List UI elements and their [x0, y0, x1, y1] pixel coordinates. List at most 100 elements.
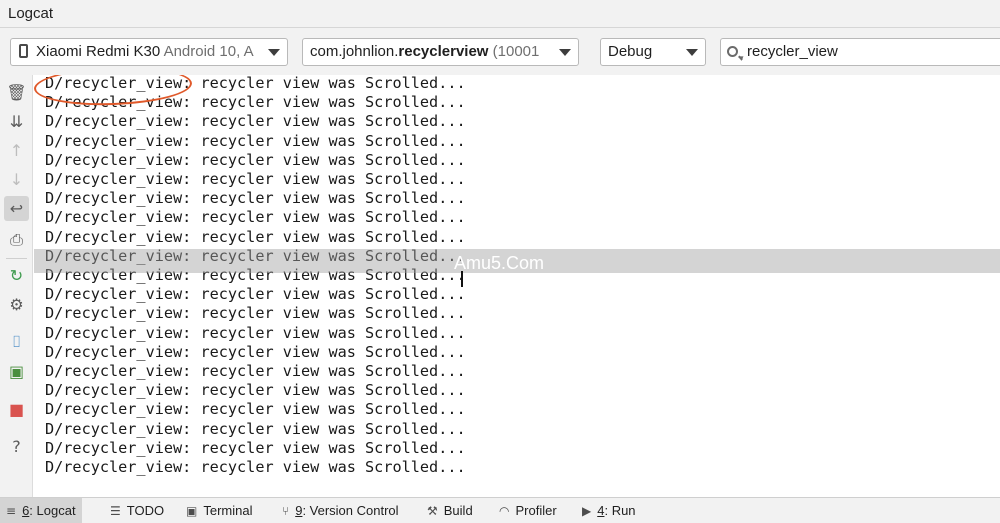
tool-tab-label: TODO	[126, 503, 165, 518]
tool-tab[interactable]: ◠ Profiler	[493, 498, 563, 523]
tool-tab[interactable]: ▣ Terminal	[180, 498, 258, 523]
log-message: recycler view was Scrolled...	[191, 112, 466, 131]
log-line: D/recycler_view: recycler view was Scrol…	[45, 189, 466, 208]
log-tag: D/recycler_view:	[45, 112, 192, 131]
tool-tab-icon: ▣	[186, 504, 198, 518]
log-message: recycler view was Scrolled...	[191, 150, 466, 169]
tool-tab-icon: ☰	[110, 504, 121, 518]
tool-tab-icon: ⑂	[282, 504, 290, 518]
toolbar-divider	[6, 258, 27, 259]
log-message: recycler view was Scrolled...	[191, 438, 466, 457]
tool-tab[interactable]: ☰ TODO	[104, 498, 170, 523]
log-line: D/recycler_view: recycler view was Scrol…	[45, 343, 466, 362]
filter-search-field[interactable]: ▾ recycler_view	[720, 38, 1000, 66]
log-tag: D/recycler_view:	[45, 400, 192, 419]
restart-icon[interactable]: ↻	[4, 263, 29, 288]
log-tag: D/recycler_view:	[45, 131, 192, 150]
log-message: recycler view was Scrolled...	[191, 304, 466, 323]
log-line: D/recycler_view: recycler view was Scrol…	[45, 439, 466, 458]
search-history-caret-icon[interactable]: ▾	[739, 45, 744, 71]
trash-icon[interactable]: 🗑	[4, 80, 29, 105]
log-line: D/recycler_view: recycler view was Scrol…	[45, 112, 466, 131]
tool-tab-label: Terminal	[203, 503, 253, 518]
process-pid: (10001	[492, 43, 540, 60]
tool-tab[interactable]: ⚒ Build	[421, 498, 479, 523]
tool-tab-label: : Run	[604, 503, 636, 518]
tool-tab-label: Profiler	[515, 503, 557, 518]
log-line: D/recycler_view: recycler view was Scrol…	[45, 304, 466, 323]
log-tag: D/recycler_view:	[45, 285, 192, 304]
tool-tab-icon: ◠	[499, 504, 510, 518]
gear-icon[interactable]: ⚙	[4, 292, 29, 317]
device-name: Xiaomi Redmi K30	[36, 43, 161, 60]
log-tag: D/recycler_view:	[45, 304, 192, 323]
log-line: D/recycler_view: recycler view was Scrol…	[45, 151, 466, 170]
filter-search-input[interactable]: recycler_view	[747, 39, 838, 65]
log-message: recycler view was Scrolled...	[191, 323, 466, 342]
logcat-side-toolbar: 🗑 ⇊ ↑ ↓ ↩ ⎙ ↻ ⚙ ⌷ ▣ ■ ?	[0, 75, 33, 497]
tool-tab-icon: ≡	[6, 504, 17, 518]
log-line: D/recycler_view: recycler view was Scrol…	[45, 228, 466, 247]
log-tag: D/recycler_view:	[45, 208, 192, 227]
log-line: D/recycler_view: recycler view was Scrol…	[45, 132, 466, 151]
log-level-selector[interactable]: Debug	[600, 38, 706, 66]
log-message: recycler view was Scrolled...	[191, 93, 466, 112]
record-icon[interactable]: ▣	[4, 359, 29, 384]
tool-tab[interactable]: ▶ 4: Run	[576, 498, 642, 523]
text-cursor	[461, 271, 463, 287]
logcat-output[interactable]: D/recycler_view: recycler view was Scrol…	[34, 75, 1000, 497]
log-message: recycler view was Scrolled...	[191, 342, 466, 361]
log-line: D/recycler_view: recycler view was Scrol…	[45, 324, 466, 343]
device-os: Android 10, A	[163, 43, 254, 60]
log-line: D/recycler_view: recycler view was Scrol…	[45, 381, 466, 400]
print-icon[interactable]: ⎙	[4, 227, 29, 252]
log-tag: D/recycler_view:	[45, 381, 192, 400]
tool-window-bar: ≡ 6: Logcat ☰ TODO ▣ Terminal ⑂ 9: Version Cont…	[0, 497, 1000, 523]
up-arrow-icon[interactable]: ↑	[4, 138, 29, 163]
log-message: recycler view was Scrolled...	[191, 400, 466, 419]
log-line: D/recycler_view: recycler view was Scrol…	[45, 420, 466, 439]
tool-tab-icon: ▶	[582, 504, 592, 518]
log-message: recycler view was Scrolled...	[191, 131, 466, 150]
log-line: D/recycler_view: recycler view was Scrol…	[45, 208, 466, 227]
tool-tab-label: : Version Control	[302, 503, 399, 518]
log-line: D/recycler_view: recycler view was Scrol…	[45, 285, 466, 304]
log-message: recycler view was Scrolled...	[191, 458, 466, 476]
watermark: Amu5.Com	[454, 253, 545, 273]
log-message: recycler view was Scrolled...	[191, 381, 466, 400]
soft-wrap-icon[interactable]: ↩	[4, 196, 29, 221]
stop-icon[interactable]: ■	[4, 397, 29, 422]
tool-tab-icon: ⚒	[427, 504, 438, 518]
log-tag: D/recycler_view:	[45, 458, 192, 476]
search-icon[interactable]	[727, 46, 738, 57]
logcat-toolbar: Xiaomi Redmi K30 Android 10, A com.johnl…	[0, 28, 1000, 75]
process-selector[interactable]: com.johnlion.recyclerview (10001	[302, 38, 579, 66]
log-line: D/recycler_view: recycler view was Scrol…	[45, 400, 466, 419]
help-icon[interactable]: ?	[4, 434, 29, 459]
scroll-to-end-icon[interactable]: ⇊	[4, 109, 29, 134]
log-line: D/recycler_view: recycler view was Scrol…	[45, 362, 466, 381]
log-message: recycler view was Scrolled...	[191, 170, 466, 188]
tool-tab[interactable]: ≡ 6: Logcat	[0, 498, 82, 523]
tool-tab-label: Build	[443, 503, 473, 518]
phone-icon	[19, 44, 28, 58]
chevron-down-icon	[686, 49, 698, 56]
log-message: recycler view was Scrolled...	[191, 285, 466, 304]
chevron-down-icon	[268, 49, 280, 56]
down-arrow-icon[interactable]: ↓	[4, 167, 29, 192]
log-message: recycler view was Scrolled...	[191, 419, 466, 438]
chevron-down-icon	[559, 49, 571, 56]
process-package-prefix: com.johnlion.	[310, 43, 399, 60]
log-tag: D/recycler_view:	[45, 419, 192, 438]
device-selector[interactable]: Xiaomi Redmi K30 Android 10, A	[10, 38, 288, 66]
log-tag: D/recycler_view:	[45, 170, 192, 188]
tool-tab[interactable]: ⑂ 9: Version Control	[276, 498, 405, 523]
camera-icon[interactable]: ⌷	[4, 329, 29, 354]
tool-tab-label: : Logcat	[29, 503, 76, 518]
log-message: recycler view was Scrolled...	[191, 208, 466, 227]
log-tag: D/recycler_view:	[45, 438, 192, 457]
log-message: recycler view was Scrolled...	[191, 189, 466, 208]
log-message: recycler view was Scrolled...	[191, 227, 466, 246]
process-package-name: recyclerview	[398, 43, 489, 60]
log-tag: D/recycler_view:	[45, 362, 192, 380]
